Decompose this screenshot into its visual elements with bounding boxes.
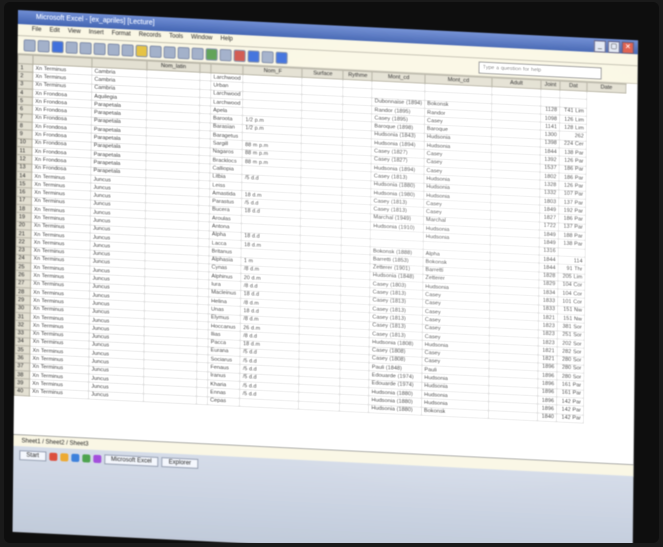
column-header[interactable]: Date — [586, 82, 626, 94]
window-title: Microsoft Excel - [ex_apriles] [Lecture] — [35, 13, 155, 27]
app-icon[interactable] — [81, 454, 91, 463]
taskbar-explorer-button[interactable]: Explorer — [161, 457, 199, 469]
paste-icon[interactable] — [135, 44, 148, 57]
table-cell[interactable] — [298, 400, 340, 412]
open-icon[interactable] — [37, 39, 50, 53]
table-cell[interactable] — [239, 397, 299, 410]
menu-view[interactable]: View — [68, 26, 81, 38]
undo-icon[interactable] — [149, 44, 162, 58]
save-icon[interactable] — [51, 40, 64, 53]
app-icon[interactable] — [92, 454, 102, 464]
table-cell[interactable]: Juncus — [88, 390, 144, 402]
start-button[interactable]: Start — [19, 450, 47, 462]
window-controls: _ ▢ ✕ — [593, 40, 634, 55]
menu-help[interactable]: Help — [220, 34, 232, 46]
table-cell[interactable] — [143, 393, 197, 405]
table-body: 1 Xn Terminus Cambria Larchwood 2 Xn Terminus… — [14, 63, 625, 424]
filter-icon[interactable] — [205, 47, 218, 61]
close-button[interactable]: ✕ — [621, 41, 634, 55]
taskbar-excel-button[interactable]: Microsoft Excel — [103, 454, 159, 467]
database-icon[interactable] — [247, 49, 260, 63]
data-table: Nom_latin Nom_F Surface Rythme Mont_cd M… — [14, 54, 627, 425]
table-cell[interactable]: Xn Terminus — [29, 387, 89, 399]
minimize-button[interactable]: _ — [593, 40, 606, 53]
app-icon[interactable] — [48, 452, 58, 461]
sort-ascending-icon[interactable] — [177, 46, 190, 59]
table-cell[interactable]: 142 Par — [556, 413, 584, 424]
menu-file[interactable]: File — [32, 25, 42, 36]
table-cell[interactable]: Cepas — [207, 396, 240, 407]
menu-insert[interactable]: Insert — [89, 27, 104, 39]
row-header[interactable]: 40 — [14, 386, 30, 396]
menu-records[interactable]: Records — [139, 30, 161, 42]
print-icon[interactable] — [65, 40, 78, 54]
copy-icon[interactable] — [121, 43, 134, 57]
new-icon[interactable] — [23, 38, 36, 52]
app-icon[interactable] — [70, 453, 80, 463]
menu-tools[interactable]: Tools — [169, 31, 183, 43]
menu-window[interactable]: Window — [191, 32, 212, 44]
spelling-icon[interactable] — [93, 42, 106, 55]
table-cell[interactable]: Hudsonia (1880) — [368, 404, 422, 416]
datasheet-grid: Nom_latin Nom_F Surface Rythme Mont_cd M… — [13, 53, 638, 465]
menu-edit[interactable]: Edit — [49, 26, 59, 38]
redo-icon[interactable] — [163, 45, 176, 59]
find-icon[interactable] — [219, 48, 232, 61]
monitor-bezel: Microsoft Excel - [ex_apriles] [Lecture]… — [4, 2, 659, 543]
spreadsheet-window: Microsoft Excel - [ex_apriles] [Lecture]… — [12, 10, 638, 543]
menu-format[interactable]: Format — [112, 29, 131, 41]
table-cell[interactable] — [196, 395, 208, 405]
sort-descending-icon[interactable] — [191, 46, 204, 60]
delete-record-icon[interactable] — [233, 49, 246, 62]
cut-icon[interactable] — [107, 42, 120, 56]
app-icon[interactable] — [59, 453, 69, 462]
preview-icon[interactable] — [79, 41, 92, 55]
table-cell[interactable] — [339, 402, 369, 413]
help-icon[interactable] — [275, 51, 288, 64]
properties-icon[interactable] — [261, 50, 274, 63]
table-cell[interactable] — [488, 410, 538, 421]
maximize-button[interactable]: ▢ — [607, 40, 620, 54]
table-cell[interactable]: 1840 — [537, 412, 557, 422]
